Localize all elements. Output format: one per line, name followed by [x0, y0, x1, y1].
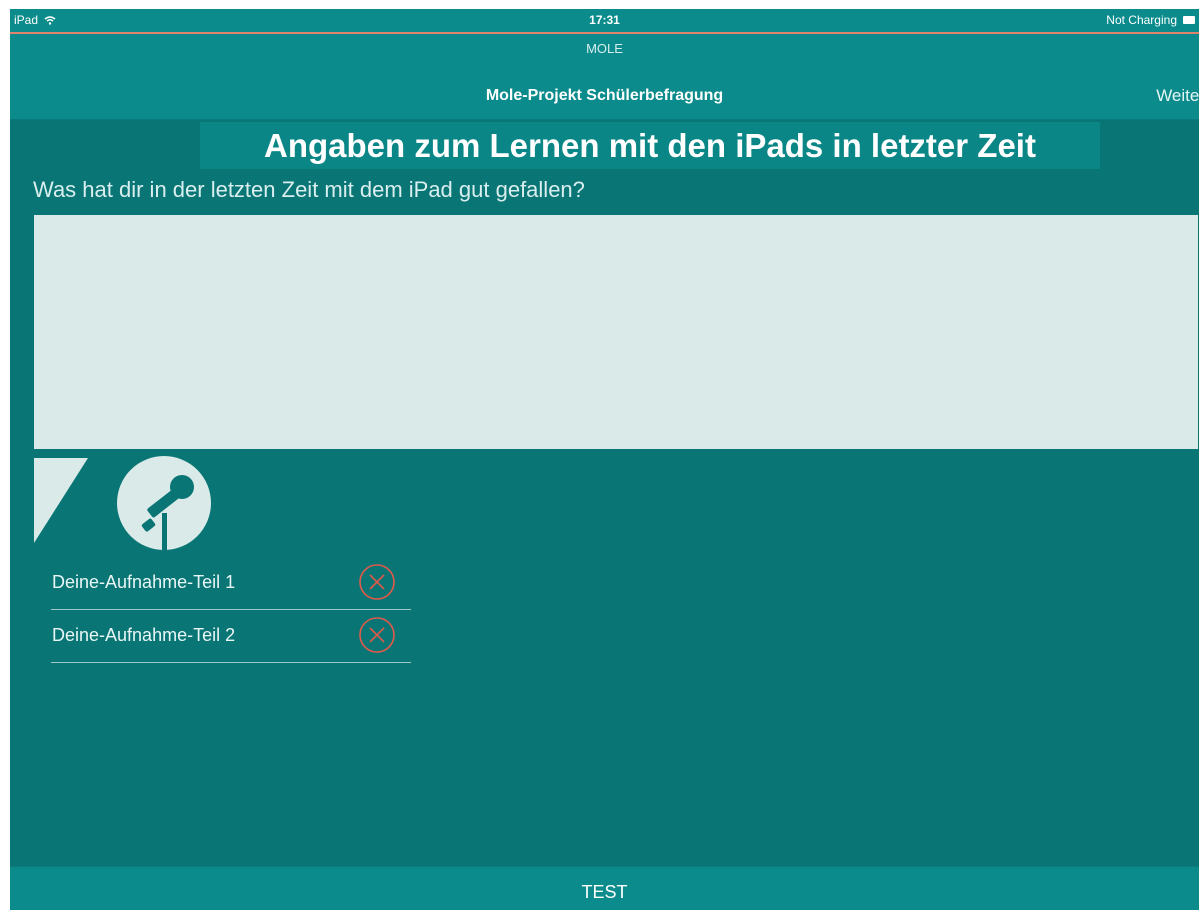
test-button[interactable]: TEST — [10, 867, 1199, 910]
recording-item[interactable]: Deine-Aufnahme-Teil 2 — [51, 610, 411, 663]
battery-icon — [1183, 16, 1195, 24]
section-heading: Angaben zum Lernen mit den iPads in letz… — [264, 127, 1036, 164]
next-button[interactable]: Weiter — [1156, 64, 1199, 128]
charging-status: Not Charging — [1106, 13, 1177, 27]
bottom-toolbar: TEST — [10, 866, 1199, 910]
status-bar: iPad 17:31 Not Charging — [10, 9, 1199, 32]
app-name: MOLE — [10, 34, 1199, 64]
question-label: Was hat dir in der letzten Zeit mit dem … — [33, 177, 585, 202]
microphone-icon[interactable] — [116, 455, 212, 551]
collapse-triangle-icon[interactable] — [34, 458, 88, 543]
recording-item[interactable]: Deine-Aufnahme-Teil 1 — [51, 557, 411, 610]
nav-title: Mole-Projekt Schülerbefragung — [485, 87, 724, 104]
delete-icon[interactable] — [358, 616, 396, 654]
delete-icon[interactable] — [358, 563, 396, 601]
app-screen: iPad 17:31 Not Charging MOLE Mole-Projek… — [10, 9, 1199, 910]
navigation-bar: Mole-Projekt Schülerbefragung Weiter — [10, 64, 1199, 120]
section-heading-box: Angaben zum Lernen mit den iPads in letz… — [200, 122, 1100, 169]
status-time: 17:31 — [589, 13, 620, 27]
recording-label: Deine-Aufnahme-Teil 2 — [52, 625, 236, 645]
status-right: Not Charging — [1106, 13, 1195, 27]
recording-label: Deine-Aufnahme-Teil 1 — [52, 572, 236, 592]
answer-input[interactable] — [34, 215, 1198, 449]
